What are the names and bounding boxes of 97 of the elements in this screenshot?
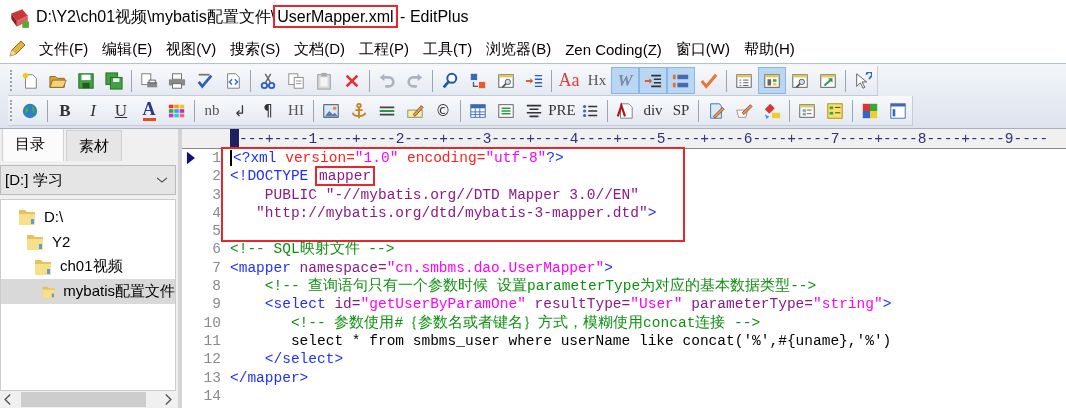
scrollbar-thumb[interactable] xyxy=(21,392,146,407)
menu-item[interactable]: 文件(F) xyxy=(32,36,96,62)
line-number: 1 xyxy=(212,150,221,166)
checklist-icon xyxy=(826,101,844,120)
search-icon xyxy=(441,71,459,90)
menu-item[interactable]: 工具(T) xyxy=(416,36,480,62)
check-mark-icon xyxy=(700,71,718,90)
toolbar-button[interactable]: PRE xyxy=(548,97,576,124)
sidebar-tab[interactable]: 目录 xyxy=(2,129,64,161)
line-number: 9 xyxy=(212,296,221,313)
toolbar-button[interactable]: I xyxy=(79,97,107,124)
script-pencil-icon xyxy=(707,101,725,120)
toolbar-button[interactable] xyxy=(639,67,667,94)
toolbar-button[interactable]: div xyxy=(639,97,667,124)
print-preview-icon xyxy=(140,71,158,90)
replace-icon xyxy=(469,71,487,90)
line-number: 13 xyxy=(203,369,221,386)
redo-arrow-icon xyxy=(406,71,424,90)
code-line: <!-- 参数使用#｛参数名或者键名｝方式，模糊使用concat连接 --> xyxy=(289,313,762,332)
new-file-icon xyxy=(21,71,39,90)
floppies-icon xyxy=(105,71,123,90)
menu-item[interactable]: 搜索(S) xyxy=(223,36,288,62)
code-line: "http://mybatis.org/dtd/mybatis-3-mapper.dtd"> xyxy=(255,203,658,223)
tree-item[interactable]: ch01视频 xyxy=(1,254,175,279)
code-line: select * from smbms_user where userName like concat('%',#{uname},'%') xyxy=(289,331,893,351)
code-line: <!DOCTYPE mapper xyxy=(230,167,683,186)
menu-item[interactable]: 文档(D) xyxy=(287,36,352,62)
toolbar-button[interactable]: B xyxy=(51,97,79,124)
toolbar-button[interactable]: SP xyxy=(667,97,695,124)
code-line: </select> xyxy=(263,350,345,369)
window-layout-icon xyxy=(889,101,907,120)
toolbar-button[interactable]: Hx xyxy=(583,67,611,94)
code-line: <select id="getUserByParamOne" resultType="User" parameterType="string"> xyxy=(263,295,893,314)
menu-item[interactable]: 窗口(W) xyxy=(668,36,737,62)
line-number: 12 xyxy=(203,351,221,368)
app-icon xyxy=(8,6,30,29)
toolbar-button[interactable]: ↲ xyxy=(226,97,254,124)
pencil-icon xyxy=(7,39,27,59)
text-block-icon xyxy=(497,101,515,120)
floppy-icon xyxy=(77,71,95,90)
sidebar-tab[interactable]: 素材 xyxy=(66,130,122,161)
spellcheck-icon xyxy=(196,71,214,90)
scissors-icon xyxy=(259,71,277,90)
line-number: 5 xyxy=(212,223,221,240)
color-window-icon xyxy=(861,101,879,120)
image-icon xyxy=(322,101,340,120)
line-number: 11 xyxy=(203,332,221,349)
line-number: 4 xyxy=(212,204,221,221)
tree-item[interactable]: Y2 xyxy=(1,229,175,254)
ruler-cursor xyxy=(230,129,239,148)
line-number: 7 xyxy=(212,259,221,276)
list-window-icon xyxy=(735,71,753,90)
copy-icon xyxy=(287,71,305,90)
code-line: <?xml version="1.0" encoding="utf-8"?> xyxy=(230,149,683,168)
cup-pencil-icon xyxy=(735,101,753,120)
toolbar-button[interactable]: Aa xyxy=(555,67,583,94)
menu-item[interactable]: 浏览器(B) xyxy=(479,36,559,62)
page-icon xyxy=(616,101,634,120)
column-ruler: ---+----1----+----2----+----3----+----4----+----5----+----6----+----7----+----8----+----9---- xyxy=(239,130,1049,147)
line-number: 8 xyxy=(212,278,221,295)
menu-item[interactable]: 视图(V) xyxy=(159,36,224,62)
toolbar-button[interactable]: A xyxy=(135,97,163,124)
line-number: 3 xyxy=(212,186,221,203)
code-line: </mapper> xyxy=(230,368,310,387)
table-icon xyxy=(469,101,487,120)
code-line: <!-- SQL映射文件 --> xyxy=(230,240,396,259)
window-search-icon xyxy=(791,71,809,90)
undo-arrow-icon xyxy=(378,71,396,90)
code-file-icon xyxy=(224,71,242,90)
menu-item[interactable]: 帮助(H) xyxy=(737,36,802,62)
anchor-icon xyxy=(350,101,368,120)
menu-item[interactable]: 编辑(E) xyxy=(95,36,160,62)
line-number: 6 xyxy=(212,241,221,258)
globe-icon xyxy=(21,101,39,120)
tree-item[interactable]: D:\ xyxy=(1,204,175,229)
toolbar-button[interactable]: HI xyxy=(282,97,310,124)
code-line: <mapper namespace="cn.smbms.dao.UserMapper"> xyxy=(230,258,614,277)
clipboard-icon xyxy=(315,71,333,90)
toolbar-button[interactable]: ¶ xyxy=(254,97,282,124)
window-search-icon xyxy=(497,71,515,90)
line-number: 10 xyxy=(203,314,221,331)
toolbar-button[interactable]: U xyxy=(107,97,135,124)
menu-item[interactable]: 工程(P) xyxy=(352,36,416,62)
drive-dropdown[interactable]: [D:] 学习 xyxy=(0,165,176,195)
shapes-icon xyxy=(763,101,781,120)
line-number: 14 xyxy=(203,387,221,404)
printer-icon xyxy=(168,71,186,90)
line-number: 2 xyxy=(212,168,221,185)
form-window-icon xyxy=(798,101,816,120)
menu-item[interactable]: Zen Coding(Z) xyxy=(558,37,669,61)
code-line: <!-- 查询语句只有一个参数时候 设置parameterType为对应的基本数据类型--> xyxy=(263,277,818,296)
code-line: PUBLIC "-//mybatis.org//DTD Mapper 3.0//EN" xyxy=(263,185,640,204)
toolbar-button[interactable]: © xyxy=(429,97,457,124)
toolbar-button[interactable]: nb xyxy=(198,97,226,124)
pointer-icon xyxy=(854,71,872,90)
panel-window-icon xyxy=(763,71,781,90)
tree-item[interactable]: mybatis配置文件 xyxy=(1,279,175,304)
